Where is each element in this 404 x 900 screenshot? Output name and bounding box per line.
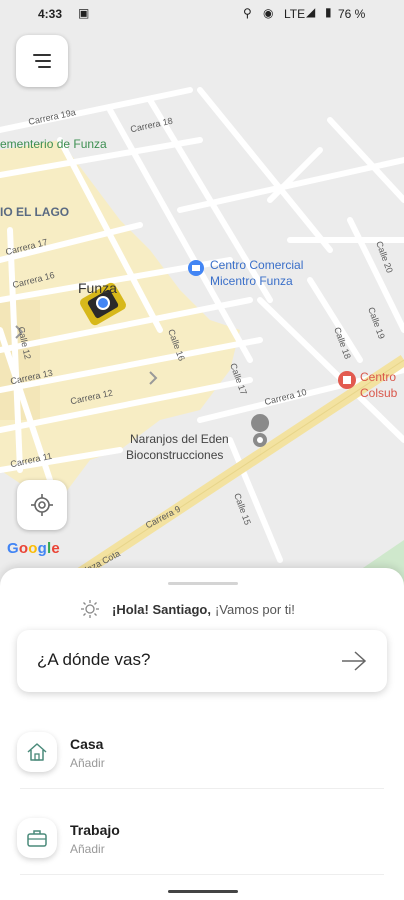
map-label-barrio: IO EL LAGO <box>0 205 70 219</box>
home-icon <box>17 732 57 772</box>
divider <box>20 788 384 789</box>
bottom-sheet: ¡Hola! Santiago, ¡Vamos por ti! ¿A dónde… <box>0 568 404 900</box>
divider <box>20 874 384 875</box>
place-name: Trabajo <box>70 822 120 838</box>
greeting-message: ¡Vamos por ti! <box>214 601 295 617</box>
sun-icon <box>81 600 99 618</box>
destination-search[interactable]: ¿A dónde vas? <box>17 630 387 692</box>
battery-icon: ▮ <box>325 5 332 19</box>
app-notification-icon: ▣ <box>78 6 90 20</box>
map-label-cc-line1: Centro Comercial <box>210 258 304 272</box>
hospital-pin-icon <box>338 371 356 389</box>
map-label-cementerio: ementerio de Funza <box>0 137 107 151</box>
place-name: Casa <box>70 736 104 752</box>
map-label-funza: Funza <box>78 280 117 296</box>
network-label: LTE <box>284 7 306 21</box>
menu-button[interactable] <box>16 35 68 87</box>
arrow-right-icon <box>342 651 367 671</box>
battery-level: 76 % <box>338 7 366 21</box>
crosshair-icon <box>31 494 53 516</box>
saved-place-work[interactable]: Trabajo Añadir <box>0 800 404 880</box>
place-add-label: Añadir <box>70 756 105 770</box>
eye-status-icon: ◉ <box>263 6 274 20</box>
location-status-icon: ⚲ <box>243 6 252 20</box>
map-label-centro-line2: Colsub <box>360 386 398 400</box>
place-add-label: Añadir <box>70 842 105 856</box>
menu-icon <box>33 54 51 68</box>
sheet-handle[interactable] <box>168 582 238 585</box>
map-label-naranjos-line2: Bioconstrucciones <box>126 448 224 462</box>
google-logo: Google <box>7 540 60 557</box>
status-time: 4:33 <box>38 7 63 21</box>
briefcase-icon <box>17 818 57 858</box>
greeting: ¡Hola! Santiago, ¡Vamos por ti! <box>80 599 295 619</box>
greeting-name: ¡Hola! Santiago, <box>112 601 211 617</box>
status-bar: 4:33 ▣ ⚲ ◉ LTE ◢ ▮ 76 % <box>0 0 404 28</box>
destination-label: ¿A dónde vas? <box>37 650 151 669</box>
saved-place-home[interactable]: Casa Añadir <box>0 714 404 794</box>
my-location-button[interactable] <box>17 480 67 530</box>
map-label-centro-line1: Centro <box>360 370 397 384</box>
signal-icon: ◢ <box>306 5 316 19</box>
map-label-cc-line2: Micentro Funza <box>210 274 293 288</box>
shopping-pin-icon <box>188 260 204 276</box>
gesture-nav-bar[interactable] <box>168 890 238 893</box>
map-label-naranjos-line1: Naranjos del Eden <box>130 432 229 446</box>
